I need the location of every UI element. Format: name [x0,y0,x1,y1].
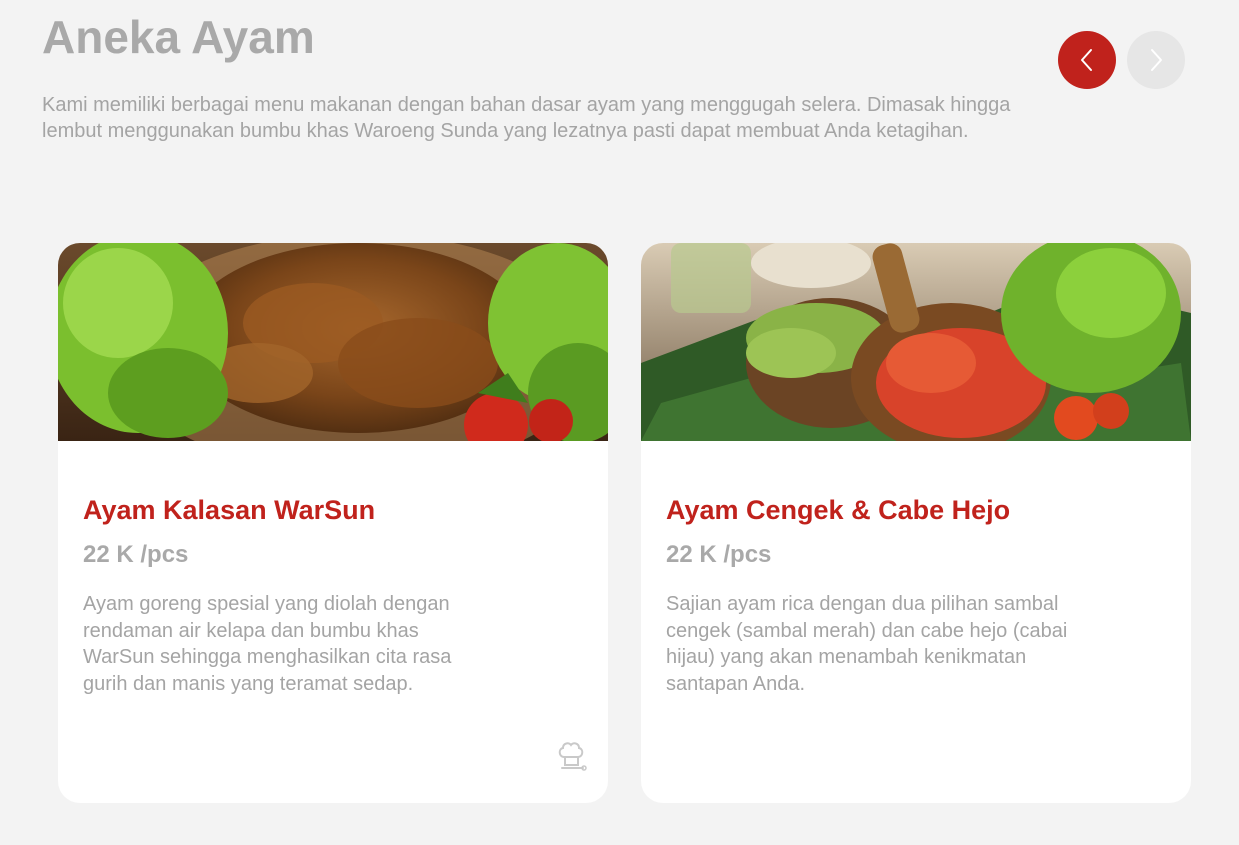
chef-hat-icon [558,742,587,771]
chevron-right-icon [1151,49,1162,71]
menu-card[interactable]: Ayam Cengek & Cabe Hejo 22 K /pcs Sajian… [641,243,1191,803]
section-title: Aneka Ayam [42,11,315,63]
food-image [58,243,608,441]
menu-item-description: Ayam goreng spesial yang diolah dengan r… [83,593,452,695]
section-description: Kami memiliki berbagai menu makanan deng… [42,94,1011,142]
menu-item-price: 22 K /pcs [83,541,189,568]
menu-item-price: 22 K /pcs [666,541,772,568]
menu-section: Aneka Ayam Kami memiliki berbagai menu m… [0,0,1239,845]
food-image [641,243,1191,441]
menu-item-name: Ayam Cengek & Cabe Hejo [666,495,1011,525]
menu-item-name: Ayam Kalasan WarSun [83,495,376,525]
menu-item-description: Sajian ayam rica dengan dua pilihan samb… [666,593,1068,695]
chevron-left-icon [1081,49,1092,71]
menu-card[interactable]: Ayam Kalasan WarSun 22 K /pcs Ayam goren… [58,243,608,803]
carousel-next-button[interactable] [1127,31,1185,89]
carousel-prev-button[interactable] [1058,31,1116,89]
